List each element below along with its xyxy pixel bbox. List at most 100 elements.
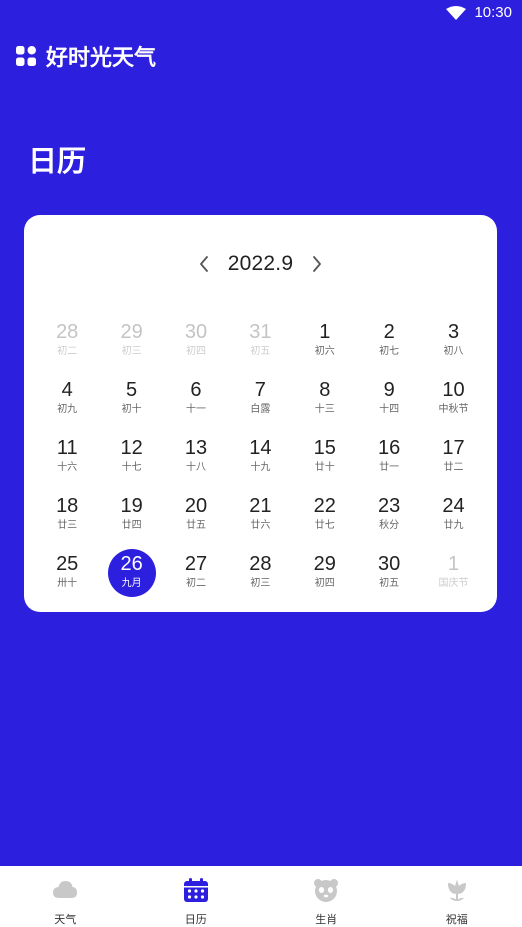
day-cell[interactable]: 23 秋分: [357, 489, 421, 547]
lunar-date: 廿四: [121, 520, 142, 531]
lunar-date: 廿九: [443, 520, 464, 531]
day-number: 2: [383, 321, 395, 343]
calendar-card: 2022.9 28 初二 29 初三 30 初四 31 初五 1 初六 2 初七 3 初八 4 初九 5 初十 6 十…: [24, 215, 497, 612]
day-number: 28: [56, 321, 79, 343]
wifi-icon: [446, 6, 466, 20]
day-cell[interactable]: 17 廿二: [421, 431, 485, 489]
tab-label: 祝福: [445, 913, 468, 926]
day-cell[interactable]: 13 十八: [164, 431, 228, 489]
app-title: 好时光天气: [46, 46, 157, 71]
day-cell[interactable]: 31 初五: [228, 315, 292, 373]
day-cell[interactable]: 29 初四: [293, 547, 357, 605]
previous-month-button[interactable]: [192, 252, 216, 276]
lunar-date: 廿一: [379, 462, 400, 473]
tab-weather[interactable]: 天气: [0, 866, 131, 927]
month-navigation: 2022.9: [24, 251, 497, 277]
day-cell[interactable]: 20 廿五: [164, 489, 228, 547]
cloud-icon: [53, 881, 78, 898]
day-cell[interactable]: 28 初三: [228, 547, 292, 605]
day-cell[interactable]: 25 卅十: [35, 547, 99, 605]
day-cell[interactable]: 4 初九: [35, 373, 99, 431]
lunar-date: 廿十: [314, 462, 335, 473]
lunar-date: 十一: [185, 404, 206, 415]
day-cell-selected[interactable]: 26 九月: [99, 547, 163, 605]
lunar-date: 十三: [314, 404, 335, 415]
day-cell[interactable]: 5 初十: [99, 373, 163, 431]
day-cell[interactable]: 11 十六: [35, 431, 99, 489]
day-cell[interactable]: 1 国庆节: [421, 547, 485, 605]
day-cell[interactable]: 18 廿三: [35, 489, 99, 547]
lunar-date: 十四: [379, 404, 400, 415]
day-number: 11: [56, 437, 78, 459]
day-cell[interactable]: 22 廿七: [293, 489, 357, 547]
day-number: 30: [378, 553, 401, 575]
lunar-date: 白露: [250, 404, 271, 415]
lunar-date: 国庆节: [438, 578, 469, 589]
day-grid: 28 初二 29 初三 30 初四 31 初五 1 初六 2 初七 3 初八 4 初九 5 初十 6 十一 7 白露 8 十三…: [35, 315, 486, 605]
day-cell[interactable]: 30 初五: [357, 547, 421, 605]
calendar-icon: [183, 878, 208, 902]
day-number: 22: [313, 495, 336, 517]
app-header: 好时光天气: [16, 40, 156, 72]
next-month-button[interactable]: [305, 252, 329, 276]
lunar-date: 廿三: [57, 520, 78, 531]
tab-label: 天气: [54, 913, 77, 926]
day-number: 8: [319, 379, 331, 401]
lunar-date: 廿二: [443, 462, 464, 473]
day-number: 19: [120, 495, 143, 517]
day-cell[interactable]: 19 廿四: [99, 489, 163, 547]
lunar-date: 初四: [314, 578, 335, 589]
bottom-navigation: 天气 日历 生肖 祝福: [0, 866, 522, 927]
day-cell[interactable]: 12 十七: [99, 431, 163, 489]
day-number: 9: [383, 379, 395, 401]
day-number: 29: [120, 321, 143, 343]
day-cell[interactable]: 7 白露: [228, 373, 292, 431]
lunar-date: 十六: [57, 462, 78, 473]
lunar-date: 秋分: [379, 520, 400, 531]
lunar-date: 初三: [121, 346, 142, 357]
day-cell[interactable]: 2 初七: [357, 315, 421, 373]
grid-menu-icon[interactable]: [16, 46, 36, 66]
lunar-date: 九月: [121, 578, 142, 589]
day-number: 31: [249, 321, 272, 343]
day-number: 30: [184, 321, 208, 343]
lunar-date: 廿六: [250, 520, 271, 531]
day-cell[interactable]: 1 初六: [293, 315, 357, 373]
month-label: 2022.9: [227, 252, 294, 275]
day-number: 15: [313, 437, 336, 459]
lunar-date: 中秋节: [438, 404, 469, 415]
day-cell[interactable]: 9 十四: [357, 373, 421, 431]
day-cell[interactable]: 10 中秋节: [421, 373, 485, 431]
day-cell[interactable]: 14 十九: [228, 431, 292, 489]
day-number: 29: [313, 553, 336, 575]
day-cell[interactable]: 24 廿九: [421, 489, 485, 547]
lunar-date: 卅十: [57, 578, 78, 589]
day-cell[interactable]: 8 十三: [293, 373, 357, 431]
lunar-date: 十八: [185, 462, 206, 473]
tab-zodiac[interactable]: 生肖: [261, 866, 392, 927]
lunar-date: 初三: [250, 578, 271, 589]
day-cell[interactable]: 28 初二: [35, 315, 99, 373]
day-number: 14: [249, 437, 272, 459]
chevron-right-icon: [313, 256, 322, 272]
day-number: 1: [447, 553, 460, 575]
day-cell[interactable]: 27 初二: [164, 547, 228, 605]
day-cell[interactable]: 29 初三: [99, 315, 163, 373]
day-cell[interactable]: 16 廿一: [357, 431, 421, 489]
lunar-date: 初八: [443, 346, 464, 357]
status-bar: 10:30: [0, 0, 522, 28]
day-cell[interactable]: 6 十一: [164, 373, 228, 431]
day-number: 3: [447, 321, 460, 343]
lunar-date: 十九: [250, 462, 271, 473]
day-cell[interactable]: 21 廿六: [228, 489, 292, 547]
tab-blessing[interactable]: 祝福: [392, 866, 522, 927]
day-cell[interactable]: 15 廿十: [293, 431, 357, 489]
lunar-date: 十七: [121, 462, 142, 473]
tab-label: 日历: [184, 913, 207, 926]
day-number: 21: [249, 495, 272, 517]
day-cell[interactable]: 3 初八: [421, 315, 485, 373]
day-cell[interactable]: 30 初四: [164, 315, 228, 373]
day-number: 25: [56, 553, 79, 575]
day-number: 6: [190, 379, 202, 401]
tab-calendar[interactable]: 日历: [131, 866, 262, 927]
